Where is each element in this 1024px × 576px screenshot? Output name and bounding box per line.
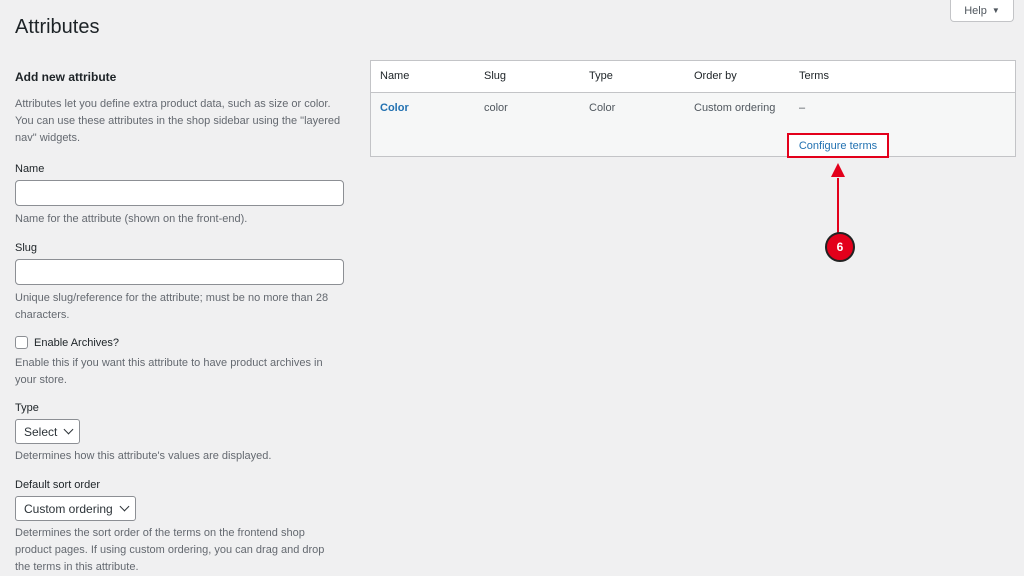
form-intro: Attributes let you define extra product … <box>15 98 341 144</box>
attribute-order-by: Custom ordering <box>694 102 776 114</box>
page-title: Attributes <box>15 16 100 38</box>
column-header-order-by[interactable]: Order by <box>694 70 737 82</box>
archives-checkbox[interactable] <box>15 336 28 349</box>
annotation-arrow-head <box>831 163 845 177</box>
attributes-table: Name Slug Type Order by Terms Color colo… <box>370 60 1016 158</box>
chevron-down-icon <box>119 501 130 512</box>
annotation-arrow-line <box>837 178 839 233</box>
section-title: Add new attribute <box>15 70 117 84</box>
sort-help: Determines the sort order of the terms o… <box>15 527 325 573</box>
attribute-name-link[interactable]: Color <box>380 102 409 114</box>
slug-help: Unique slug/reference for the attribute;… <box>15 292 329 321</box>
column-header-type[interactable]: Type <box>589 70 613 82</box>
archives-row: Enable Archives? <box>15 336 350 349</box>
chevron-down-icon <box>63 424 74 435</box>
attribute-type: Color <box>589 102 616 114</box>
table-header: Name Slug Type Order by Terms <box>371 61 1015 93</box>
name-label: Name <box>15 163 45 175</box>
table-row: Color color Color Custom ordering – Conf… <box>371 93 1015 158</box>
slug-label: Slug <box>15 242 38 254</box>
type-help: Determines how this attribute's values a… <box>15 450 272 462</box>
configure-terms-link[interactable]: Configure terms <box>787 133 889 158</box>
sort-label: Default sort order <box>15 479 100 491</box>
column-header-name[interactable]: Name <box>380 70 409 82</box>
add-attribute-form: Add new attribute Attributes let you def… <box>15 68 350 576</box>
name-input[interactable] <box>15 180 344 206</box>
sort-select-value: Custom ordering <box>24 501 113 516</box>
column-header-terms: Terms <box>799 70 829 82</box>
type-select-value: Select <box>24 424 58 439</box>
type-select[interactable]: Select <box>15 419 81 444</box>
step-number-badge: 6 <box>825 232 855 262</box>
caret-down-icon: ▼ <box>991 6 1000 15</box>
attribute-terms: – <box>799 102 806 114</box>
column-header-slug[interactable]: Slug <box>484 70 506 82</box>
archives-label: Enable Archives? <box>34 336 119 349</box>
help-button[interactable]: Help ▼ <box>950 0 1014 22</box>
name-help: Name for the attribute (shown on the fro… <box>15 213 248 225</box>
type-label: Type <box>15 402 39 414</box>
sort-select[interactable]: Custom ordering <box>15 496 136 521</box>
archives-help: Enable this if you want this attribute t… <box>15 357 323 386</box>
attribute-slug: color <box>484 102 508 114</box>
slug-input[interactable] <box>15 259 344 285</box>
help-label: Help <box>964 4 987 17</box>
